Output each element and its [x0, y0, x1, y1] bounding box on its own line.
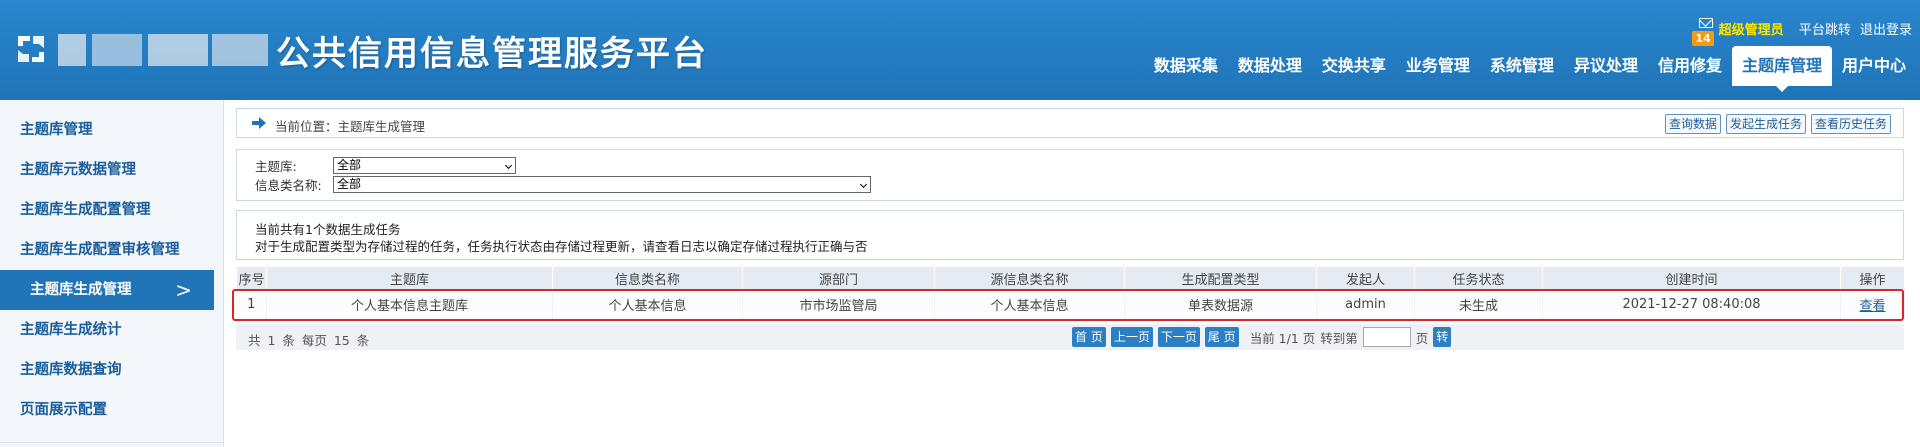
main-nav: 数据采集 数据处理 交换共享 业务管理 系统管理 异议处理 信用修复 主题库管理… [1144, 46, 1916, 92]
table-header: 序号 主题库 信息类名称 源部门 源信息类名称 生成配置类型 发起人 任务状态 … [236, 267, 1905, 289]
cell-source-info-type: 个人基本信息 [934, 289, 1125, 320]
nav-credit-repair[interactable]: 信用修复 [1648, 46, 1732, 86]
top-header: 公共信用信息管理服务平台 14 超级管理员 平台跳转 退出登录 数据采集 数据处… [0, 0, 1920, 100]
cell-initiator: admin [1316, 289, 1415, 320]
column-header: 源信息类名称 [934, 267, 1125, 289]
first-page-button[interactable]: 首 页 [1072, 327, 1106, 347]
nav-user-center[interactable]: 用户中心 [1832, 46, 1916, 86]
column-header: 序号 [236, 267, 267, 289]
view-link[interactable]: 查看 [1859, 299, 1885, 314]
mail-count-badge[interactable]: 14 [1692, 31, 1714, 46]
infotype-filter-row: 信息类名称: 全部 [255, 175, 871, 194]
chevron-down-icon [859, 180, 868, 189]
platform-jump-link[interactable]: 平台跳转 [1799, 23, 1851, 38]
obscured-region-name [212, 34, 268, 66]
next-page-button[interactable]: 下一页 [1157, 327, 1200, 347]
column-header: 主题库 [266, 267, 553, 289]
sidebar-item-statistics[interactable]: 主题库生成统计 [0, 310, 224, 350]
sidebar-item-page-config[interactable]: 页面展示配置 [0, 390, 224, 430]
cell-created-time: 2021-12-27 08:40:08 [1542, 289, 1841, 320]
cell-index: 1 [236, 289, 267, 320]
cell-action: 查看 [1840, 289, 1905, 320]
start-task-button[interactable]: 发起生成任务 [1725, 114, 1806, 134]
logo-icon [18, 36, 44, 62]
obscured-region-name [58, 34, 86, 66]
pagination-summary: 共 1 条 每页 15 条 [248, 333, 370, 348]
goto-label: 转到第 [1320, 330, 1358, 346]
task-table: 序号 主题库 信息类名称 源部门 源信息类名称 生成配置类型 发起人 任务状态 … [236, 267, 1905, 320]
last-page-button[interactable]: 尾 页 [1204, 327, 1239, 347]
infotype-label: 信息类名称: [255, 178, 322, 193]
sidebar-item-metadata[interactable]: 主题库元数据管理 [0, 150, 224, 190]
page-unit-label: 页 [1415, 330, 1429, 346]
column-header: 发起人 [1316, 267, 1415, 289]
obscured-region-name [92, 34, 142, 66]
top-links: 超级管理员 平台跳转 退出登录 [1714, 19, 1912, 38]
chevron-down-icon [504, 161, 513, 170]
sidebar-item-data-query[interactable]: 主题库数据查询 [0, 350, 224, 390]
nav-system-management[interactable]: 系统管理 [1480, 46, 1564, 86]
breadcrumb: 当前位置：主题库生成管理 [275, 119, 426, 134]
sidebar-item-generation[interactable]: 主题库生成管理 > [0, 270, 214, 310]
obscured-region-name [148, 34, 208, 66]
cell-theme: 个人基本信息主题库 [266, 289, 553, 320]
infotype-select[interactable]: 全部 [333, 176, 871, 193]
column-header: 任务状态 [1414, 267, 1543, 289]
column-header: 信息类名称 [552, 267, 743, 289]
chevron-right-icon: > [175, 278, 192, 302]
filter-panel: 主题库: 全部 信息类名称: 全部 [236, 149, 1904, 201]
sidebar-item-label: 主题库生成管理 [30, 282, 132, 298]
sidebar: 主题库管理 主题库元数据管理 主题库生成配置管理 主题库生成配置审核管理 主题库… [0, 100, 224, 447]
logout-link[interactable]: 退出登录 [1860, 23, 1912, 38]
column-header: 创建时间 [1542, 267, 1841, 289]
table-row: 1 个人基本信息主题库 个人基本信息 市市场监管局 个人基本信息 单表数据源 a… [236, 289, 1905, 320]
arrow-right-icon [252, 117, 266, 129]
nav-business-management[interactable]: 业务管理 [1396, 46, 1480, 86]
sidebar-divider [0, 442, 224, 443]
platform-title: 公共信用信息管理服务平台 [276, 34, 708, 74]
go-button[interactable]: 转 [1433, 327, 1452, 347]
history-tasks-button[interactable]: 查看历史任务 [1810, 114, 1891, 134]
info-panel: 当前共有1个数据生成任务 对于生成配置类型为存储过程的任务，任务执行状态由存储过… [236, 210, 1904, 260]
breadcrumb-bar: 当前位置：主题库生成管理 查询数据 发起生成任务 查看历史任务 [236, 108, 1904, 138]
theme-label: 主题库: [255, 159, 297, 174]
cell-source-dept: 市市场监管局 [742, 289, 935, 320]
pagination-bar: 共 1 条 每页 15 条 首 页 上一页 下一页 尾 页 当前 1/1 页 转… [236, 324, 1904, 350]
sidebar-item-config[interactable]: 主题库生成配置管理 [0, 190, 224, 230]
infotype-select-value: 全部 [337, 177, 362, 191]
column-header: 操作 [1840, 267, 1905, 289]
current-page-text: 当前 1/1 页 [1249, 330, 1316, 346]
cell-status: 未生成 [1414, 289, 1543, 320]
user-role[interactable]: 超级管理员 [1719, 23, 1784, 38]
cell-info-type: 个人基本信息 [552, 289, 743, 320]
nav-data-collection[interactable]: 数据采集 [1144, 46, 1228, 86]
mail-icon[interactable] [1699, 18, 1713, 28]
column-header: 源部门 [742, 267, 935, 289]
nav-data-processing[interactable]: 数据处理 [1228, 46, 1312, 86]
theme-filter-row: 主题库: 全部 [255, 156, 516, 175]
query-data-button[interactable]: 查询数据 [1664, 114, 1721, 134]
goto-page-input[interactable] [1362, 327, 1411, 347]
task-note-text: 对于生成配置类型为存储过程的任务，任务执行状态由存储过程更新，请查看日志以确定存… [255, 239, 868, 254]
nav-objection-handling[interactable]: 异议处理 [1564, 46, 1648, 86]
theme-select-value: 全部 [337, 158, 362, 172]
sidebar-item-theme-management[interactable]: 主题库管理 [0, 110, 224, 150]
sidebar-item-config-review[interactable]: 主题库生成配置审核管理 [0, 230, 224, 270]
theme-select[interactable]: 全部 [333, 157, 516, 174]
prev-page-button[interactable]: 上一页 [1110, 327, 1153, 347]
cell-config-type: 单表数据源 [1124, 289, 1317, 320]
pagination-controls: 首 页 上一页 下一页 尾 页 当前 1/1 页 转到第 页 转 [1072, 327, 1452, 347]
column-header: 生成配置类型 [1124, 267, 1317, 289]
action-buttons: 查询数据 发起生成任务 查看历史任务 [1664, 114, 1891, 134]
nav-theme-library[interactable]: 主题库管理 [1731, 46, 1832, 92]
nav-exchange-share[interactable]: 交换共享 [1312, 46, 1396, 86]
